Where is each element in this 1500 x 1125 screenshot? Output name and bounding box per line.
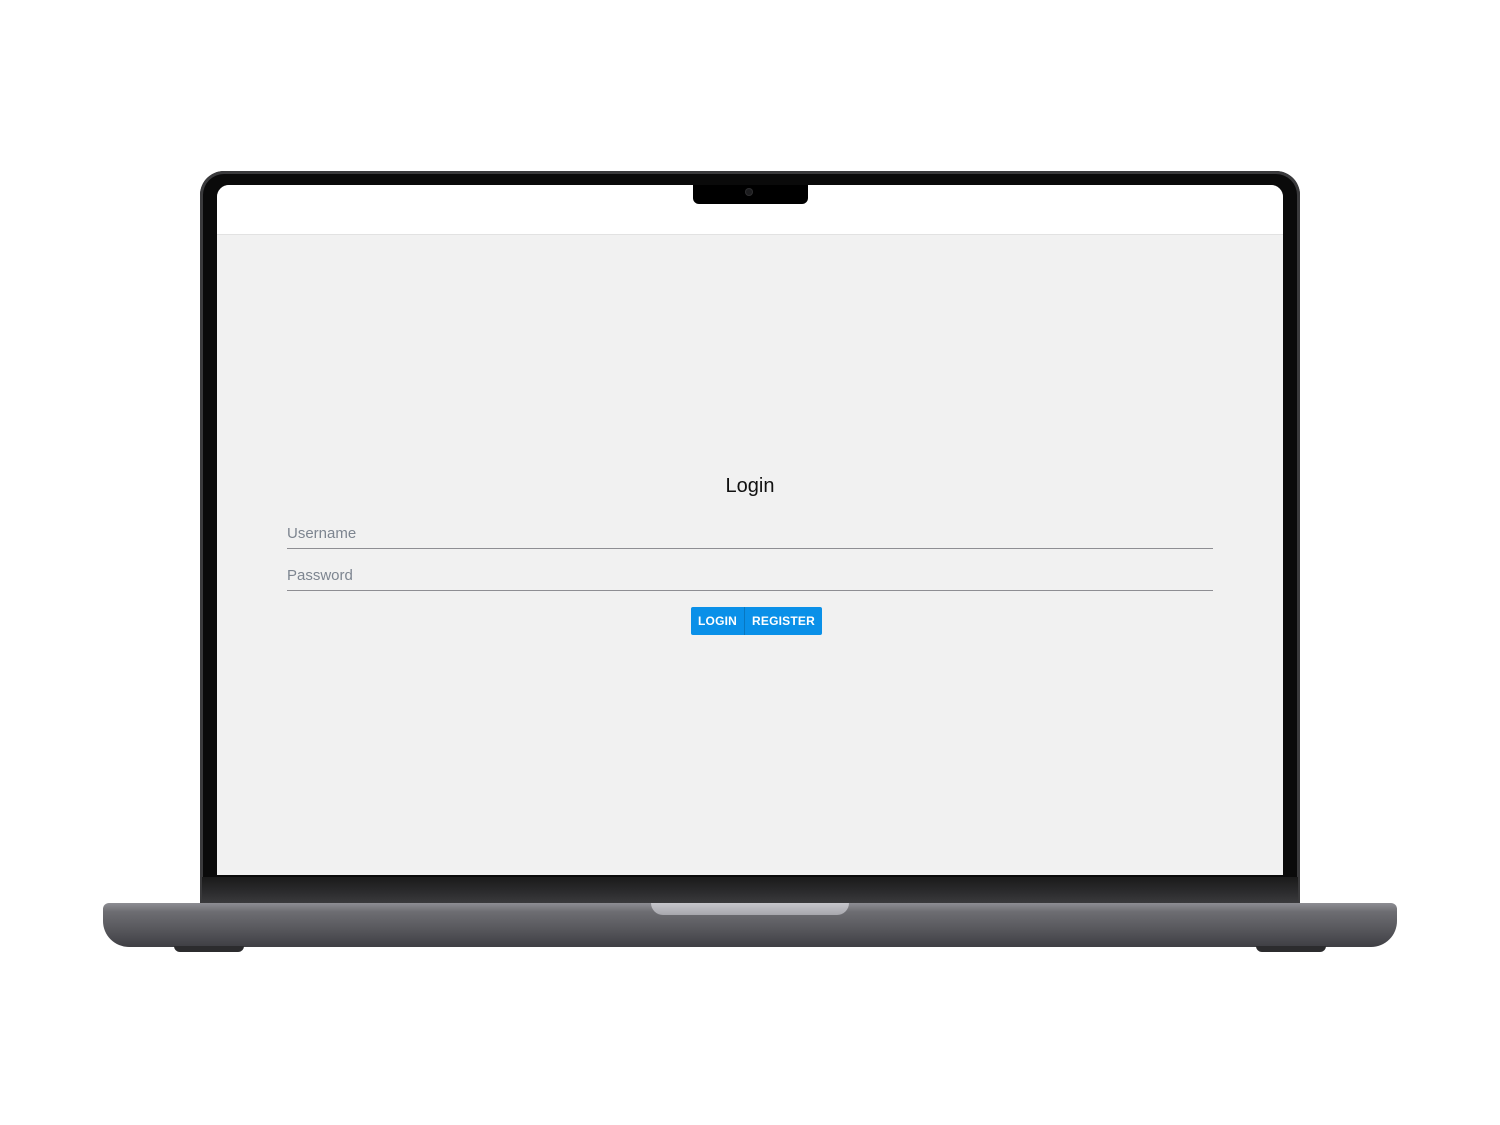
register-button[interactable]: REGISTER	[745, 607, 822, 635]
password-input[interactable]	[287, 560, 1213, 591]
laptop-hinge	[202, 877, 1298, 903]
auth-button-group: LOGIN REGISTER	[691, 607, 822, 635]
login-button[interactable]: LOGIN	[691, 607, 745, 635]
laptop-foot-left	[174, 946, 244, 952]
stage: Login LOGIN REGISTER	[0, 0, 1500, 1125]
login-title: Login	[725, 475, 775, 497]
app-screen: Login LOGIN REGISTER	[217, 185, 1283, 875]
camera-icon	[745, 188, 753, 196]
laptop-opening-lip	[651, 903, 849, 915]
username-input[interactable]	[287, 518, 1213, 549]
laptop-foot-right	[1256, 946, 1326, 952]
